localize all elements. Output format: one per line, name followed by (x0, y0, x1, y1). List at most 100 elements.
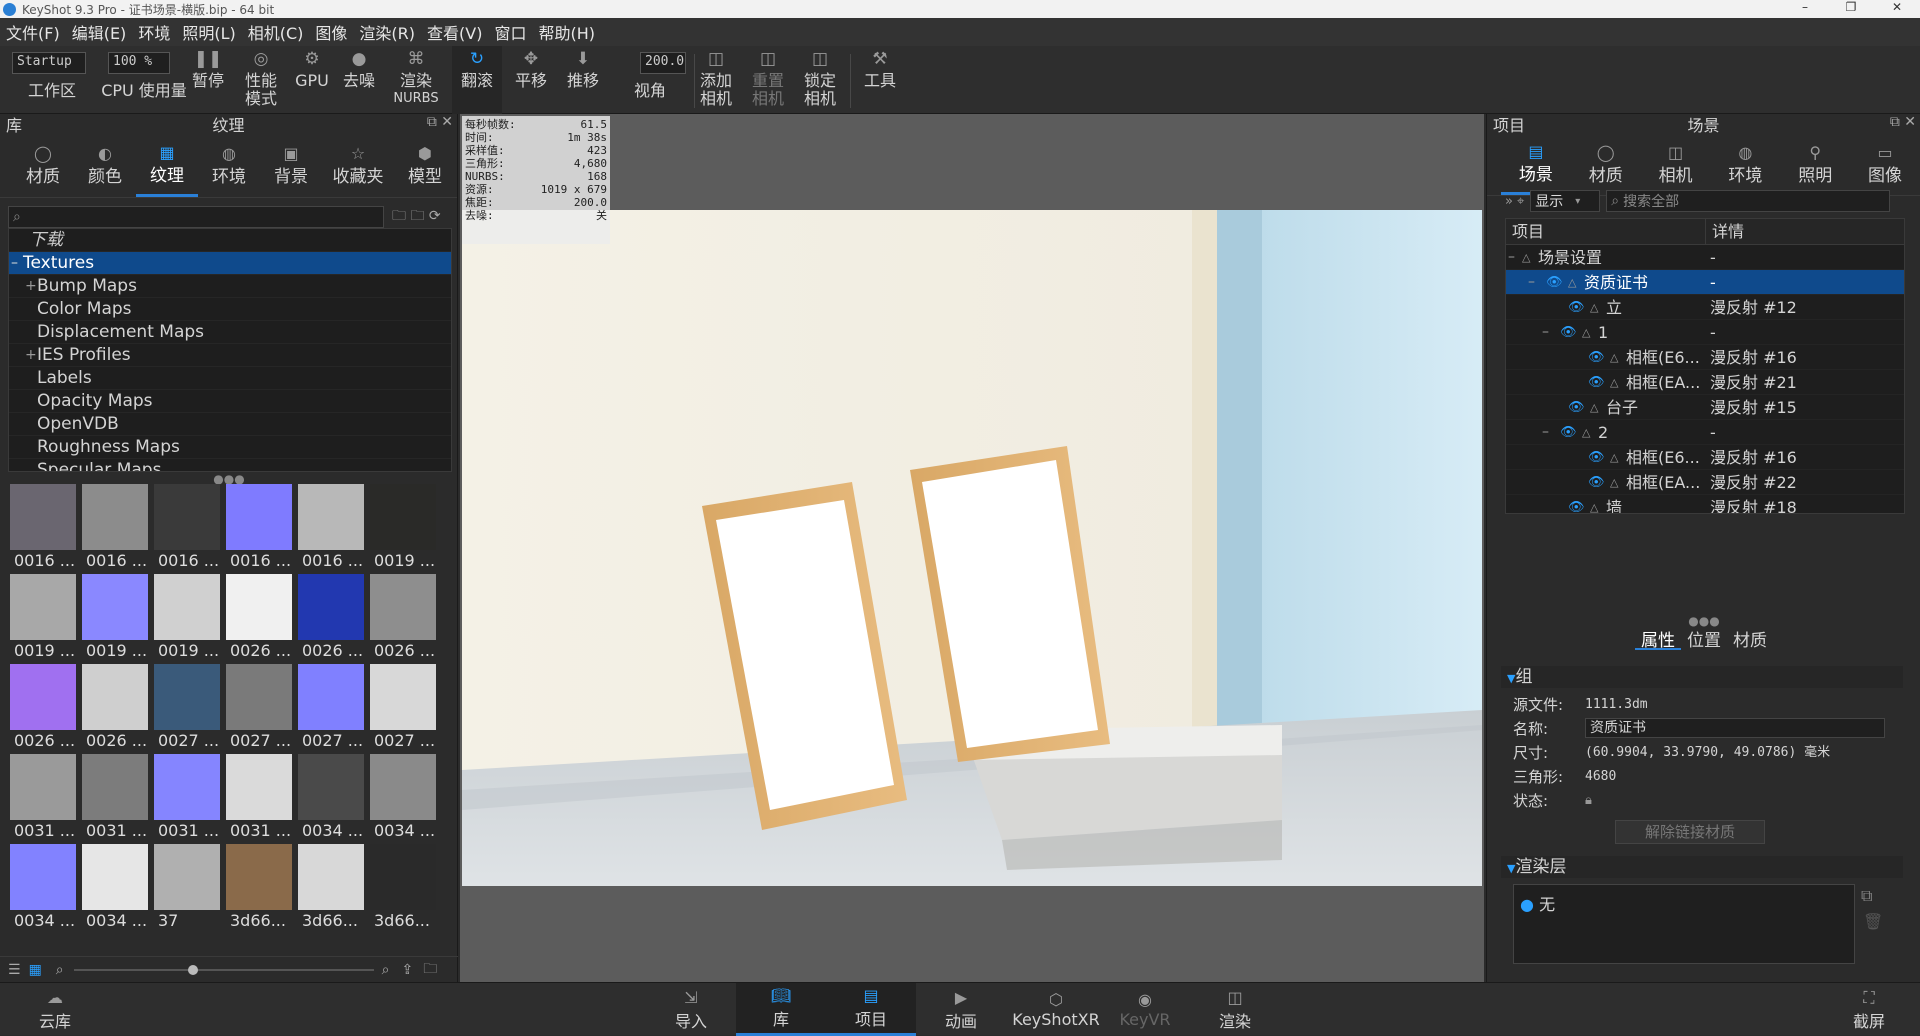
pan-button[interactable]: ✥ 平移 (508, 46, 554, 114)
tree-item-openvdb[interactable]: OpenVDB (9, 413, 451, 436)
upload-icon[interactable]: ⇪ (401, 962, 413, 978)
denoise-button[interactable]: ● 去噪 (338, 46, 380, 114)
menu-window[interactable]: 窗口 (488, 20, 532, 44)
texture-thumbnail[interactable]: 3d66... (368, 844, 438, 933)
scene-tree-row[interactable]: – 👁︎ △ 2 - (1506, 420, 1904, 445)
tree-item-displacement-maps[interactable]: Displacement Maps (9, 321, 451, 344)
tab-textures[interactable]: ▦ 纹理 (136, 134, 198, 197)
texture-thumbnail[interactable]: 3d66... (224, 844, 294, 933)
texture-thumbnail[interactable]: 0016 ... (224, 484, 294, 573)
tab-environment[interactable]: ◍ 环境 (1710, 134, 1780, 195)
tree-item-downloads[interactable]: 下载 (9, 229, 451, 252)
add-folder-icon[interactable]: 🗀 (410, 208, 424, 224)
menu-view[interactable]: 查看(V) (421, 20, 488, 44)
library-button[interactable]: 📖︎ 库 (736, 983, 826, 1036)
tools-button[interactable]: ⚒ 工具 (858, 46, 902, 114)
unlink-material-button[interactable]: 解除链接材质 (1615, 820, 1765, 844)
visibility-eye-icon[interactable]: 👁︎ (1588, 370, 1605, 395)
texture-thumbnail[interactable]: 0034 ... (368, 754, 438, 843)
tab-materials[interactable]: ◯ 材质 (12, 134, 74, 197)
menu-lighting[interactable]: 照明(L) (176, 20, 241, 44)
menu-render[interactable]: 渲染(R) (353, 20, 421, 44)
add-camera-button[interactable]: ◫ 添加 相机 (696, 46, 736, 114)
restore-button[interactable]: ❐ (1828, 0, 1874, 14)
delete-layer-icon[interactable]: 🗑︎ (1863, 912, 1883, 931)
lock-icon[interactable]: 🔒︎ (1585, 790, 1592, 812)
visibility-eye-icon[interactable]: 👁︎ (1588, 470, 1605, 495)
collapse-icon[interactable]: – (11, 252, 18, 275)
screenshot-button[interactable]: ⛶ 截屏 (1824, 983, 1914, 1036)
performance-mode-button[interactable]: ◎ 性能 模式 (238, 46, 284, 114)
visibility-eye-icon[interactable]: 👁︎ (1546, 270, 1563, 295)
visibility-eye-icon[interactable]: 👁︎ (1588, 345, 1605, 370)
scene-search-input[interactable]: ⌕ 搜索全部 (1606, 190, 1891, 212)
tab-scene[interactable]: ▤ 场景 (1501, 134, 1571, 195)
fov-input[interactable]: 200.0 (640, 52, 686, 74)
visibility-eye-icon[interactable]: 👁︎ (1588, 445, 1605, 470)
scene-tree-row[interactable]: 👁︎ △ 相框(E6... 漫反射 #16 (1506, 445, 1904, 470)
scene-tree-row[interactable]: – 👁︎ △ 1 - (1506, 320, 1904, 345)
menu-image[interactable]: 图像 (309, 20, 353, 44)
texture-thumbnail[interactable]: 0027 ... (224, 664, 294, 753)
menu-help[interactable]: 帮助(H) (532, 20, 601, 44)
menu-file[interactable]: 文件(F) (0, 20, 66, 44)
texture-thumbnail[interactable]: 0034 ... (80, 844, 150, 933)
undock-icon[interactable]: ⧉ (1890, 114, 1900, 130)
texture-thumbnail[interactable]: 0031 ... (152, 754, 222, 843)
keyshotxr-button[interactable]: ⬡ KeyShotXR (1006, 983, 1106, 1036)
close-panel-icon[interactable]: ✕ (441, 114, 453, 130)
collapse-icon[interactable]: – (1528, 270, 1535, 295)
menu-environment[interactable]: 环境 (132, 20, 176, 44)
tree-item-labels[interactable]: Labels (9, 367, 451, 390)
texture-thumbnail[interactable]: 0031 ... (8, 754, 78, 843)
menu-edit[interactable]: 编辑(E) (66, 20, 133, 44)
dolly-button[interactable]: ⬇ 推移 (560, 46, 606, 114)
lock-camera-button[interactable]: ◫ 锁定 相机 (800, 46, 840, 114)
texture-thumbnail[interactable]: 0026 ... (296, 574, 366, 663)
cpu-usage-select[interactable]: 100 % (108, 52, 170, 74)
texture-thumbnail[interactable]: 37 (152, 844, 222, 933)
texture-thumbnail[interactable]: 0016 ... (8, 484, 78, 573)
pause-button[interactable]: ❚❚ 暂停 (188, 46, 228, 114)
tab-camera[interactable]: ◫ 相机 (1641, 134, 1711, 195)
tab-material[interactable]: ◯ 材质 (1571, 134, 1641, 195)
tree-item-textures[interactable]: – Textures (9, 252, 451, 275)
subtab-properties[interactable]: 属性 (1635, 626, 1681, 651)
grid-view-icon[interactable]: ▦ (29, 962, 42, 978)
workspace-select[interactable]: Startup (12, 52, 86, 74)
tab-environments[interactable]: ◍ 环境 (198, 134, 260, 197)
texture-thumbnail[interactable]: 0026 ... (368, 574, 438, 663)
folder-icon[interactable]: 🗀 (423, 958, 437, 982)
scene-tree-row[interactable]: 👁︎ △ 相框(EA... 漫反射 #22 (1506, 470, 1904, 495)
tree-item-opacity-maps[interactable]: Opacity Maps (9, 390, 451, 413)
gpu-button[interactable]: ⚙ GPU (292, 46, 332, 114)
scene-tree-row[interactable]: 👁︎ △ 相框(EA... 漫反射 #21 (1506, 370, 1904, 395)
undock-icon[interactable]: ⧉ (427, 114, 437, 130)
texture-thumbnail[interactable]: 3d66... (296, 844, 366, 933)
texture-thumbnail[interactable]: 0034 ... (296, 754, 366, 843)
texture-thumbnail[interactable]: 0031 ... (80, 754, 150, 843)
subtab-position[interactable]: 位置 (1681, 626, 1727, 651)
expand-all-icon[interactable]: » (1505, 194, 1513, 209)
render-button[interactable]: ◫ 渲染 (1190, 983, 1280, 1036)
library-search-input[interactable]: ⌕ (8, 206, 384, 228)
tree-item-color-maps[interactable]: Color Maps (9, 298, 451, 321)
group-section-header[interactable]: ▼组 (1501, 666, 1903, 688)
close-window-button[interactable]: ✕ (1874, 0, 1920, 14)
list-view-icon[interactable]: ☰ (8, 962, 21, 978)
scene-tree-row[interactable]: – △ 场景设置 - (1506, 245, 1904, 270)
render-nurbs-button[interactable]: ⌘ 渲染 NURBS (390, 46, 442, 114)
tumble-button[interactable]: ↻ 翻滚 (452, 46, 502, 114)
animation-button[interactable]: ▶ 动画 (916, 983, 1006, 1036)
open-folder-icon[interactable]: 🗀 (392, 208, 406, 224)
texture-thumbnail[interactable]: 0019 ... (368, 484, 438, 573)
texture-thumbnail[interactable]: 0016 ... (80, 484, 150, 573)
texture-thumbnail[interactable]: 0027 ... (368, 664, 438, 753)
texture-thumbnail[interactable]: 0016 ... (296, 484, 366, 573)
visibility-eye-icon[interactable]: 👁︎ (1560, 420, 1577, 445)
tab-backgrounds[interactable]: ▣ 背景 (260, 134, 322, 197)
texture-thumbnail[interactable]: 0031 ... (224, 754, 294, 843)
texture-thumbnail[interactable]: 0019 ... (80, 574, 150, 663)
import-button[interactable]: ⇲ 导入 (646, 983, 736, 1036)
tree-item-specular-maps[interactable]: Specular Maps (9, 459, 451, 471)
